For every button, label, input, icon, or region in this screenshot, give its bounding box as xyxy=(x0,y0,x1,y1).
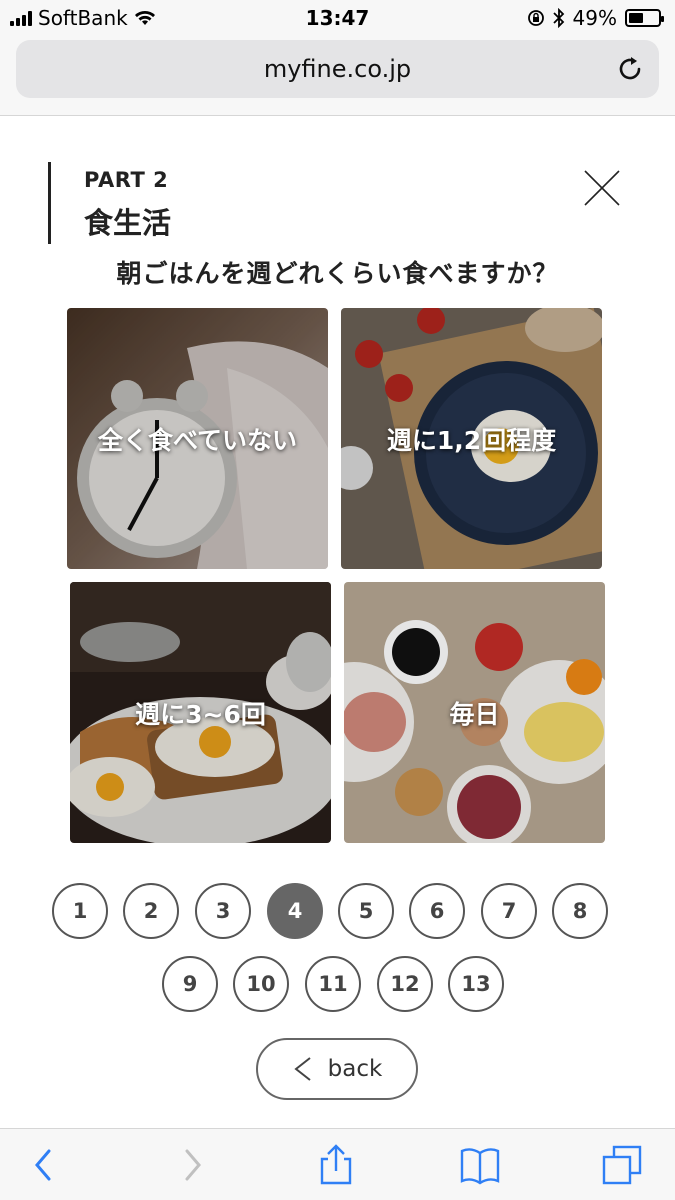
page-button-11[interactable]: 11 xyxy=(305,956,361,1012)
page-button-13[interactable]: 13 xyxy=(448,956,504,1012)
option-1-2-times[interactable]: 週に1,2回程度 xyxy=(341,308,602,569)
status-right: 49% xyxy=(527,6,664,30)
page-button-9[interactable]: 9 xyxy=(162,956,218,1012)
battery-percent: 49% xyxy=(572,6,617,30)
browser-back-icon[interactable] xyxy=(22,1143,66,1187)
reload-icon[interactable] xyxy=(615,54,645,84)
share-icon[interactable] xyxy=(314,1143,358,1187)
tabs-icon[interactable] xyxy=(600,1143,644,1187)
page-button-10[interactable]: 10 xyxy=(233,956,289,1012)
close-icon[interactable] xyxy=(582,168,622,208)
option-label: 毎日 xyxy=(449,699,500,729)
page-button-8[interactable]: 8 xyxy=(552,883,608,939)
browser-toolbar xyxy=(0,1128,675,1200)
chevron-left-icon xyxy=(294,1057,311,1081)
option-label: 週に1,2回程度 xyxy=(386,425,557,455)
status-bar: SoftBank 13:47 49% xyxy=(0,0,675,36)
part-label: PART 2 xyxy=(84,168,169,192)
section-divider xyxy=(48,162,51,244)
option-label: 全く食べていない xyxy=(97,425,297,455)
question-text: 朝ごはんを週どれくらい食べますか？ xyxy=(116,259,559,288)
url-text: myfine.co.jp xyxy=(263,55,412,83)
page-button-5[interactable]: 5 xyxy=(338,883,394,939)
option-3-6-times[interactable]: 週に3~6回 xyxy=(70,582,331,843)
bookmarks-icon[interactable] xyxy=(458,1143,502,1187)
back-button[interactable]: back xyxy=(256,1038,418,1100)
page-button-12[interactable]: 12 xyxy=(377,956,433,1012)
page-button-7[interactable]: 7 xyxy=(481,883,537,939)
option-every-day[interactable]: 毎日 xyxy=(344,582,605,843)
option-none[interactable]: 全く食べていない xyxy=(67,308,328,569)
page-button-2[interactable]: 2 xyxy=(123,883,179,939)
back-label: back xyxy=(327,1056,383,1082)
option-label: 週に3~6回 xyxy=(135,699,266,729)
address-bar[interactable]: myfine.co.jp xyxy=(16,40,659,98)
browser-forward-icon[interactable] xyxy=(170,1143,214,1187)
page-button-3[interactable]: 3 xyxy=(195,883,251,939)
page-title: 食生活 xyxy=(84,206,172,240)
orientation-lock-icon xyxy=(527,10,544,26)
bluetooth-icon xyxy=(552,8,564,28)
page-button-6[interactable]: 6 xyxy=(409,883,465,939)
page-button-4[interactable]: 4 xyxy=(267,883,323,939)
page-button-1[interactable]: 1 xyxy=(52,883,108,939)
battery-icon xyxy=(625,9,664,27)
browser-address-area: myfine.co.jp xyxy=(0,36,675,116)
